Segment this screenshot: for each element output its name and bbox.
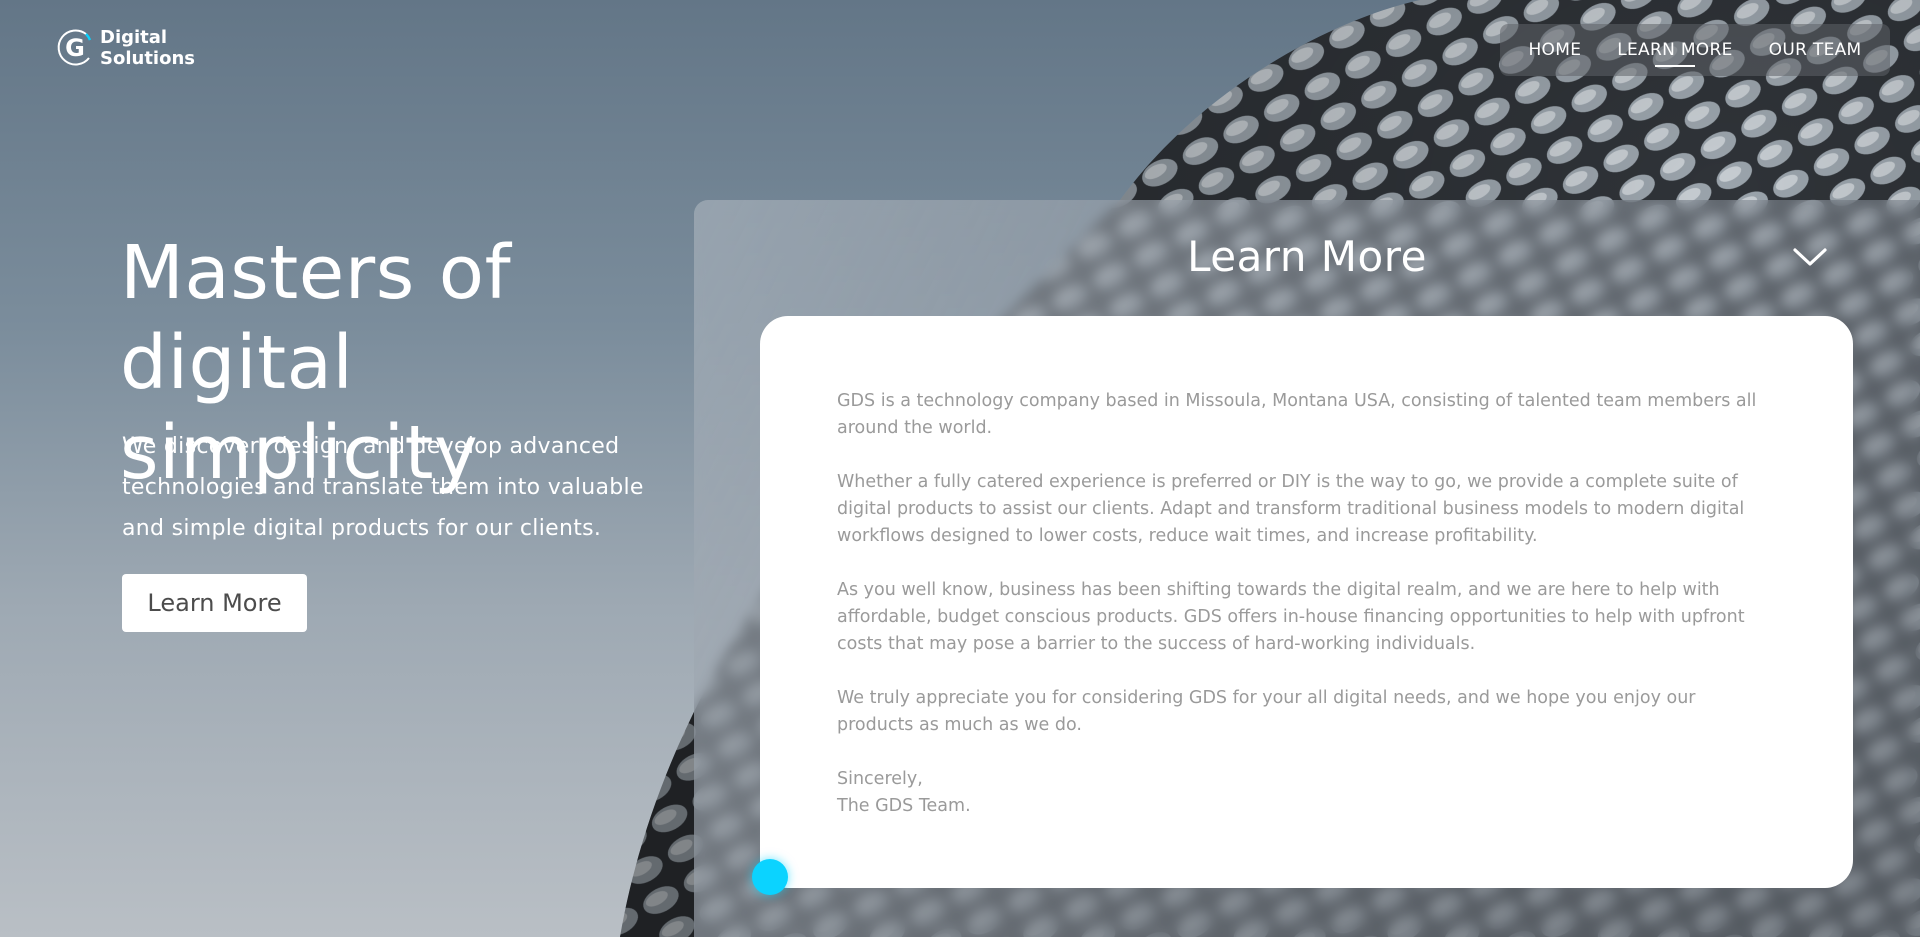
hero-title-line1: Masters of [120,230,512,316]
brand-name-line1: Digital [100,27,168,48]
card-paragraph-2: Whether a fully catered experience is pr… [837,472,1745,546]
nav-home[interactable]: HOME [1528,40,1581,60]
sign-off-line2: The GDS Team. [837,796,971,816]
panel-title: Learn More [1187,232,1427,281]
page: G Digital Solutions HOME LEARN MORE OUR … [0,0,1920,937]
card-paragraph-4: We truly appreciate you for considering … [837,688,1696,735]
logo-g-icon: G [57,29,92,66]
card-sign-off: Sincerely, The GDS Team. [837,766,1773,820]
chevron-down-icon[interactable] [1790,240,1830,276]
scroll-indicator-dot [752,859,788,895]
brand-logo[interactable]: G Digital Solutions [56,24,195,72]
panel-header: Learn More [694,232,1920,281]
learn-more-card: GDS is a technology company based in Mis… [760,316,1853,888]
nav-learn-more[interactable]: LEARN MORE [1617,40,1732,67]
logo-letter: G [65,34,85,62]
top-nav: HOME LEARN MORE OUR TEAM [1500,24,1890,76]
brand-name: Digital Solutions [100,27,195,69]
hero-subtitle: We discover, design, and develop advance… [122,434,644,541]
sign-off-line1: Sincerely, [837,769,923,789]
nav-our-team[interactable]: OUR TEAM [1769,40,1862,60]
brand-name-line2: Solutions [100,48,195,69]
learn-more-button[interactable]: Learn More [122,574,307,632]
card-paragraph-1: GDS is a technology company based in Mis… [837,391,1757,438]
card-paragraph-3: As you well know, business has been shif… [837,580,1745,654]
